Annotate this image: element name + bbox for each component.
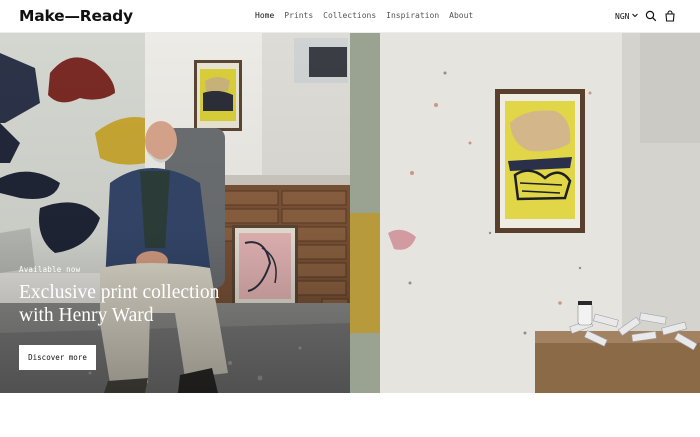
search-icon[interactable] xyxy=(645,10,657,22)
nav-item-home[interactable]: Home xyxy=(255,11,274,20)
nav-item-prints[interactable]: Prints xyxy=(284,11,313,20)
main-nav: Home Prints Collections Inspiration Abou… xyxy=(255,11,473,20)
hero-banner: Available now Exclusive print collection… xyxy=(0,33,700,393)
site-header: Make—Ready Home Prints Collections Inspi… xyxy=(0,0,700,33)
nav-item-inspiration[interactable]: Inspiration xyxy=(386,11,439,20)
hero-image-studio-wall xyxy=(350,33,700,393)
discover-more-button[interactable]: Discover more xyxy=(19,345,96,370)
chevron-down-icon xyxy=(631,11,639,21)
hero-eyebrow: Available now xyxy=(19,265,81,274)
hero-text-block: Available now Exclusive print collection… xyxy=(19,265,319,327)
nav-item-collections[interactable]: Collections xyxy=(323,11,376,20)
hero-image-artist-studio xyxy=(0,33,350,393)
currency-selector[interactable]: NGN xyxy=(615,11,639,21)
brand-logo[interactable]: Make—Ready xyxy=(19,7,133,25)
currency-label: NGN xyxy=(615,11,630,21)
cart-icon[interactable] xyxy=(664,10,676,22)
hero-headline: Exclusive print collection with Henry Wa… xyxy=(19,282,220,326)
nav-item-about[interactable]: About xyxy=(449,11,473,20)
